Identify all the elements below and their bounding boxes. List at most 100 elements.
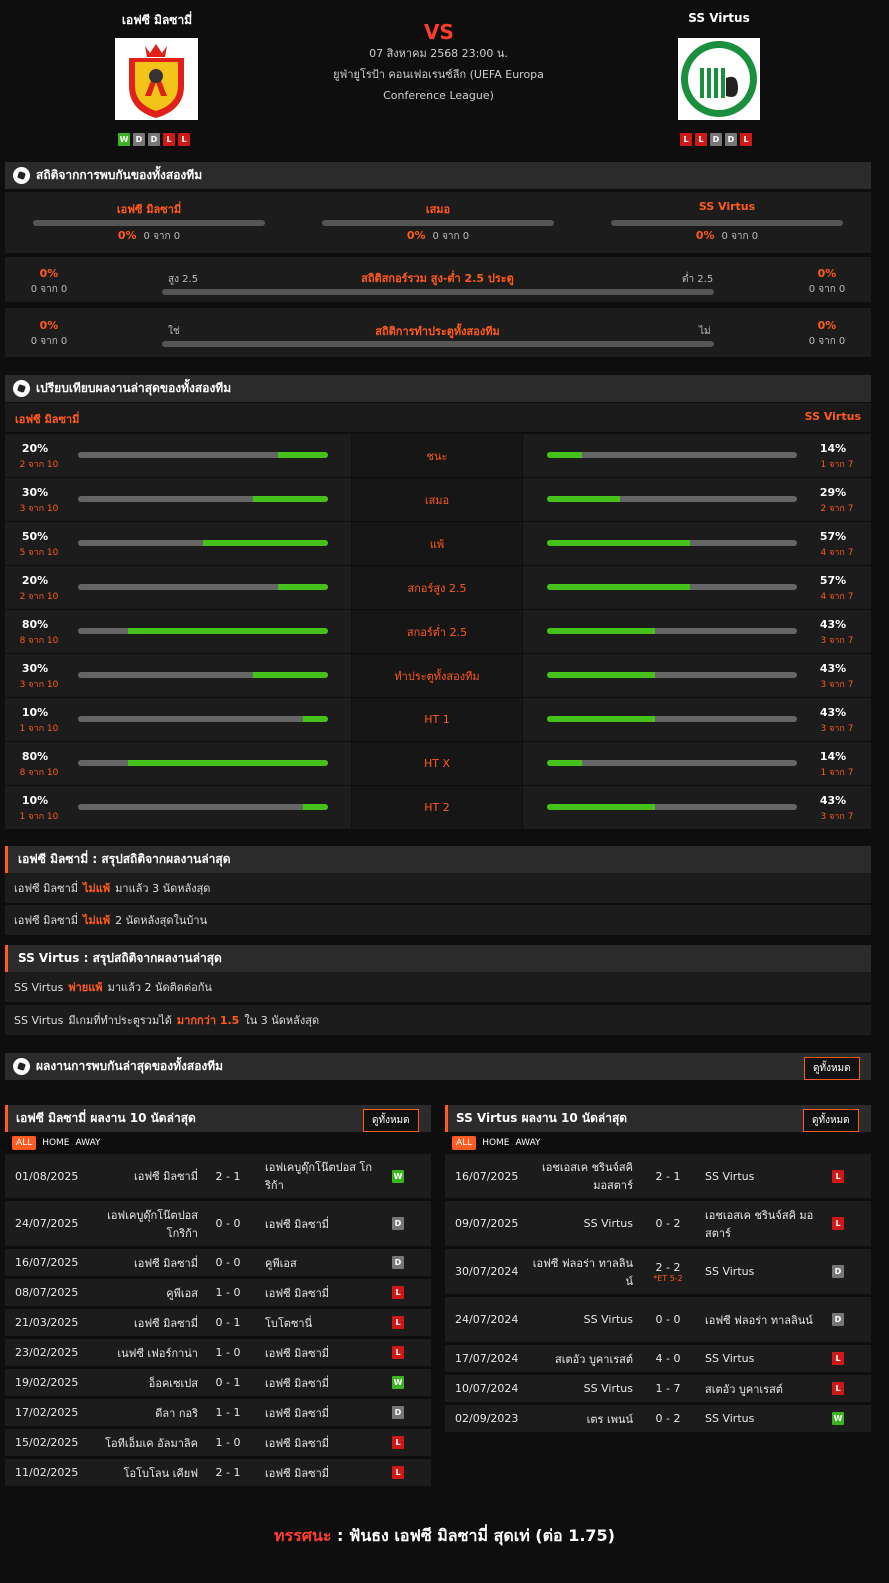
match-home-team[interactable]: เอฟซี มิลซามี่ [95,1309,198,1336]
home-count: 8 จาก 10 [19,636,59,646]
match-away-team[interactable]: SS Virtus [705,1345,815,1372]
home-stat-bar [78,584,328,590]
tab-all[interactable]: ALL [12,1136,37,1150]
match-result: L [392,1429,404,1456]
match-home-team[interactable]: อ็อคเซเปส [95,1369,198,1396]
match-result: L [392,1459,404,1486]
home-team-name[interactable]: เอฟซี มิลซามี่ [80,11,234,30]
match-away-team[interactable]: เอฟซี มิลซามี่ [265,1399,375,1426]
match-home-team[interactable]: เอฟซี ฟลอร่า ทาลลินน์ [530,1249,633,1294]
away-team-label: เอฟซี มิลซามี่ [265,1346,330,1360]
match-score: 1 - 0 [205,1279,251,1306]
tab-away[interactable]: AWAY [516,1138,541,1148]
match-row[interactable]: 02/09/2023 เตร เพนน์ 0 - 2 SS Virtus W [445,1405,871,1432]
match-away-team[interactable]: เอฟซี มิลซามี่ [265,1279,375,1306]
match-row[interactable]: 16/07/2025 เอชเอสเค ชรินจ์สคิ มอสตาร์ 2 - … [445,1154,871,1198]
match-row[interactable]: 24/07/2025 เอฟเคบูดุ๊กโน๊ตปอส โกริก้า 0 - … [5,1201,431,1246]
btts-bar [162,341,714,347]
home-pct: 80% [21,750,49,763]
home-count: 1 จาก 10 [19,724,59,734]
match-home-team[interactable]: เอชเอสเค ชรินจ์สคิ มอสตาร์ [530,1154,633,1198]
match-home-team[interactable]: เอฟซี มิลซามี่ [95,1249,198,1276]
form-badge: D [133,133,145,146]
compare-row: 30% 3 จาก 10 ทำประตูทั้งสองทีม 43% 3 จาก 7 [5,654,871,697]
match-row[interactable]: 17/02/2025 ดีลา กอริ 1 - 1 เอฟซี มิลซามี่ D [5,1399,431,1426]
match-away-team[interactable]: SS Virtus [705,1405,815,1432]
h2h-panel: เอฟซี มิลซามี่ 0% 0 จาก 0 เสมอ 0% 0 จาก … [5,192,871,253]
match-row[interactable]: 23/02/2025 เนฟซี เฟอร์กาน่า 1 - 0 เอฟซี มิล… [5,1339,431,1366]
match-away-team[interactable]: เอฟซี มิลซามี่ [265,1429,375,1456]
match-row[interactable]: 17/07/2024 สเตอัว บูคาเรสต์ 4 - 0 SS Virtus… [445,1345,871,1372]
tab-home[interactable]: HOME [42,1138,69,1148]
match-date: 17/07/2024 [455,1352,519,1365]
match-row[interactable]: 09/07/2025 SS Virtus 0 - 2 เอชเอสเค ชรินจ์ส… [445,1201,871,1246]
away-team-label: เอฟซี มิลซามี่ [265,1436,330,1450]
match-away-team[interactable]: สเตอัว บูคาเรสต์ [705,1375,815,1402]
tab-away[interactable]: AWAY [76,1138,101,1148]
match-home-team[interactable]: คูพีเอส [95,1279,198,1306]
home-count: 3 จาก 10 [19,680,59,690]
home-team-label: เอฟซี ฟลอร่า ทาลลินน์ [532,1256,633,1288]
match-row[interactable]: 08/07/2025 คูพีเอส 1 - 0 เอฟซี มิลซามี่ L [5,1279,431,1306]
match-home-team[interactable]: เตร เพนน์ [530,1405,633,1432]
match-score: 0 - 0 [645,1297,691,1342]
home-team-logo[interactable] [115,38,198,120]
away-team-label: SS Virtus [705,1412,755,1425]
away-stat-bar [547,672,797,678]
compare-row: 50% 5 จาก 10 แพ้ 57% 4 จาก 7 [5,522,871,565]
ou-panel: 0% 0 จาก 0 สูง 2.5 สถิติสกอร์รวม สูง-ต่ำ… [5,257,871,302]
match-row[interactable]: 15/02/2025 โอทีเอ็มเค อัลมาลิค 1 - 0 เอฟซี … [5,1429,431,1456]
compare-label: เสมอ [351,478,523,521]
match-away-team[interactable]: คูพีเอส [265,1249,375,1276]
match-row[interactable]: 30/07/2024 เอฟซี ฟลอร่า ทาลลินน์ 2 - 2 *ET … [445,1249,871,1294]
match-row[interactable]: 11/02/2025 โอโบโลน เคียฟ 2 - 1 เอฟซี มิลซาม… [5,1459,431,1486]
away-team-label: เอฟซี มิลซามี่ [265,1217,330,1231]
match-home-team[interactable]: SS Virtus [530,1297,633,1342]
match-home-team[interactable]: SS Virtus [530,1201,633,1246]
match-row[interactable]: 19/02/2025 อ็อคเซเปส 0 - 1 เอฟซี มิลซามี่ W [5,1369,431,1396]
match-away-team[interactable]: SS Virtus [705,1249,815,1294]
summary-highlight: ไม่แพ้ [83,914,111,927]
match-away-team[interactable]: SS Virtus [705,1154,815,1198]
match-away-team[interactable]: เอฟซี มิลซามี่ [265,1339,375,1366]
match-home-team[interactable]: เอฟซี มิลซามี่ [95,1154,198,1198]
h2h-draw-label: เสมอ [425,203,451,216]
match-row[interactable]: 24/07/2024 SS Virtus 0 - 0 เอฟซี ฟลอร่า ทาล… [445,1297,871,1342]
match-row[interactable]: 16/07/2025 เอฟซี มิลซามี่ 0 - 0 คูพีเอส D [5,1249,431,1276]
match-score: 2 - 2 *ET 5-2 [645,1249,691,1294]
tab-all[interactable]: ALL [452,1136,477,1150]
match-row[interactable]: 01/08/2025 เอฟซี มิลซามี่ 2 - 1 เอฟเคบูดุ๊ก… [5,1154,431,1198]
score-text: 0 - 2 [655,1217,681,1230]
match-away-team[interactable]: เอฟซี มิลซามี่ [265,1459,375,1486]
away-view-all-button[interactable]: ดูทั้งหมด [803,1109,859,1132]
away-pct: 57% [819,530,847,543]
away-stat-bar [547,496,797,502]
match-home-team[interactable]: โอทีเอ็มเค อัลมาลิค [95,1429,198,1456]
match-away-team[interactable]: เอชเอสเค ชรินจ์สคิ มอสตาร์ [705,1201,815,1246]
home-view-all-button[interactable]: ดูทั้งหมด [363,1109,419,1132]
match-home-team[interactable]: โอโบโลน เคียฟ [95,1459,198,1486]
match-home-team[interactable]: เนฟซี เฟอร์กาน่า [95,1339,198,1366]
match-row[interactable]: 21/03/2025 เอฟซี มิลซามี่ 0 - 1 โบโตซานี่ L [5,1309,431,1336]
match-date: 16/07/2025 [15,1256,79,1269]
away-team-logo[interactable] [678,38,760,120]
match-home-team[interactable]: SS Virtus [530,1375,633,1402]
summary-text: มาแล้ว 2 นัดติดต่อกัน [107,981,212,994]
match-home-team[interactable]: เอฟเคบูดุ๊กโน๊ตปอส โกริก้า [95,1201,198,1246]
away-team-name[interactable]: SS Virtus [642,11,796,25]
match-home-team[interactable]: ดีลา กอริ [95,1399,198,1426]
match-away-team[interactable]: เอฟซี มิลซามี่ [265,1201,375,1246]
home-summary-row: เอฟซี มิลซามี่ ไม่แพ้ มาแล้ว 3 นัดหลังสุ… [5,873,871,903]
away-stat-bar [547,540,797,546]
view-all-button[interactable]: ดูทั้งหมด [804,1057,860,1080]
away-stat-fill [547,496,620,502]
tab-home[interactable]: HOME [482,1138,509,1148]
match-home-team[interactable]: สเตอัว บูคาเรสต์ [530,1345,633,1372]
match-away-team[interactable]: เอฟซี มิลซามี่ [265,1369,375,1396]
away-team-label: เอฟซี มิลซามี่ [265,1466,330,1480]
match-away-team[interactable]: เอฟเคบูดุ๊กโน๊ตปอส โกริก้า [265,1154,375,1198]
match-away-team[interactable]: โบโตซานี่ [265,1309,375,1336]
ou-bar [162,289,714,295]
match-row[interactable]: 10/07/2024 SS Virtus 1 - 7 สเตอัว บูคาเรสต์… [445,1375,871,1402]
match-away-team[interactable]: เอฟซี ฟลอร่า ทาลลินน์ [705,1297,815,1342]
